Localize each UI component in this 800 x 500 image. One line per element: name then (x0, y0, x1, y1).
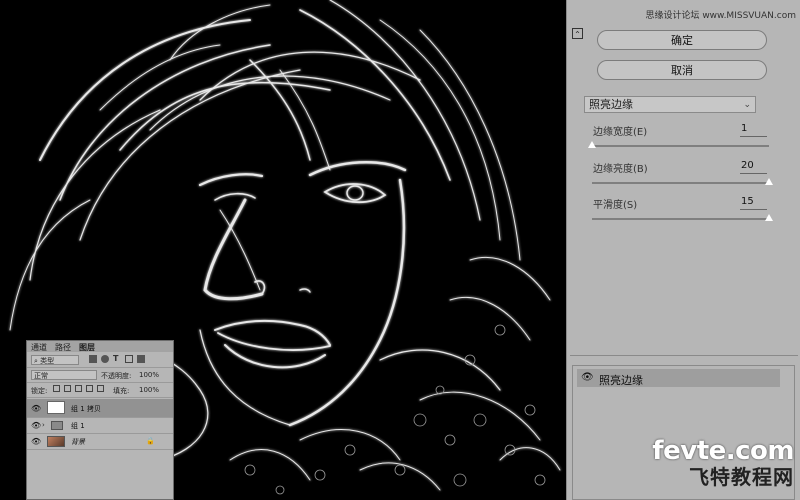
layers-panel: 通道 路径 图层 ⌕ 类型 T 正常 不透明度: 100% 锁定: 填充: 10… (26, 340, 174, 500)
filter-gallery-panel: 思缘设计论坛 www.MISSVUAN.com ⌃ 确定 取消 照亮边缘 ⌄ 边… (566, 0, 800, 500)
effect-layer-row[interactable]: 👁 照亮边缘 (577, 369, 780, 387)
layer-kind-label: 类型 (40, 357, 55, 365)
lock-row: 锁定: 填充: 100% (27, 383, 173, 398)
brand-name: 飞特教程网 (689, 465, 794, 489)
collapse-preview-icon[interactable]: ⌃ (572, 28, 583, 39)
type-filter-icon[interactable]: T (113, 355, 121, 363)
chevron-right-icon[interactable]: › (42, 421, 45, 429)
layer-row-group[interactable]: 👁 › 组 1 (27, 418, 173, 434)
layer-name: 组 1 拷贝 (71, 405, 101, 413)
shape-filter-icon[interactable] (125, 355, 133, 363)
tab-channels[interactable]: 通道 (31, 342, 47, 353)
layer-row-group-copy[interactable]: 👁 组 1 拷贝 (27, 399, 173, 418)
lock-brush-icon[interactable] (64, 385, 71, 392)
edge-brightness-slider-handle[interactable] (765, 178, 773, 185)
effect-layer-name: 照亮边缘 (599, 374, 643, 387)
edge-width-slider[interactable] (588, 141, 769, 148)
cancel-button[interactable]: 取消 (597, 60, 767, 80)
lock-artboard-icon[interactable] (86, 385, 93, 392)
brand-watermark: fevte.com 飞特教程网 (640, 438, 800, 490)
adjustment-filter-icon[interactable] (101, 355, 109, 363)
layer-thumbnail (47, 401, 65, 414)
layer-thumbnail (47, 436, 65, 447)
blend-mode-value: 正常 (34, 372, 48, 380)
layer-name: 组 1 (71, 422, 85, 430)
edge-brightness-label: 边缘亮度(B) (593, 164, 648, 175)
ok-button[interactable]: 确定 (597, 30, 767, 50)
blend-mode-select[interactable]: 正常 (31, 370, 97, 380)
eye-icon[interactable]: 👁 (581, 372, 594, 383)
edge-width-label: 边缘宽度(E) (593, 127, 648, 138)
layer-row-background[interactable]: 👁 背景 🔒 (27, 434, 173, 450)
edge-width-slider-handle[interactable] (588, 141, 596, 148)
smoothness-label: 平滑度(S) (593, 200, 638, 211)
smoothness-slider[interactable] (592, 214, 773, 221)
layer-name: 背景 (71, 438, 85, 446)
pixel-filter-icon[interactable] (89, 355, 97, 363)
eye-icon[interactable]: 👁 (31, 404, 41, 413)
smoothness-slider-handle[interactable] (765, 214, 773, 221)
opacity-label: 不透明度: (101, 372, 132, 380)
smart-object-filter-icon[interactable] (137, 355, 145, 363)
tab-paths[interactable]: 路径 (55, 342, 71, 353)
folder-icon (51, 421, 63, 430)
opacity-value[interactable]: 100% (139, 371, 159, 379)
panel-divider (570, 355, 798, 356)
filter-type-value: 照亮边缘 (589, 98, 633, 111)
fill-value[interactable]: 100% (139, 386, 159, 394)
fill-label: 填充: (113, 387, 130, 395)
lock-label: 锁定: (31, 387, 48, 395)
lock-all-icon[interactable] (97, 385, 104, 392)
chevron-down-icon: ⌄ (743, 100, 751, 110)
eye-icon[interactable]: 👁 (31, 437, 41, 446)
site-watermark: 思缘设计论坛 www.MISSVUAN.com (645, 11, 796, 21)
smoothness-input[interactable]: 15 (740, 196, 767, 210)
lock-icon: 🔒 (146, 437, 155, 445)
lock-move-icon[interactable] (75, 385, 82, 392)
layer-filter-row: ⌕ 类型 T (27, 353, 173, 368)
edge-width-input[interactable]: 1 (740, 123, 767, 137)
edge-brightness-input[interactable]: 20 (740, 160, 767, 174)
tab-layers[interactable]: 图层 (79, 342, 95, 353)
brand-url: fevte.com (652, 436, 794, 466)
layers-panel-tabs: 通道 路径 图层 (27, 341, 173, 352)
filter-type-select[interactable]: 照亮边缘 ⌄ (584, 96, 756, 113)
search-icon: ⌕ (34, 357, 38, 365)
lock-transparent-icon[interactable] (53, 385, 60, 392)
layer-kind-select[interactable]: ⌕ 类型 (31, 355, 79, 365)
edge-brightness-slider[interactable] (592, 178, 773, 185)
blend-row: 正常 不透明度: 100% (27, 368, 173, 383)
eye-icon[interactable]: 👁 (31, 421, 41, 430)
